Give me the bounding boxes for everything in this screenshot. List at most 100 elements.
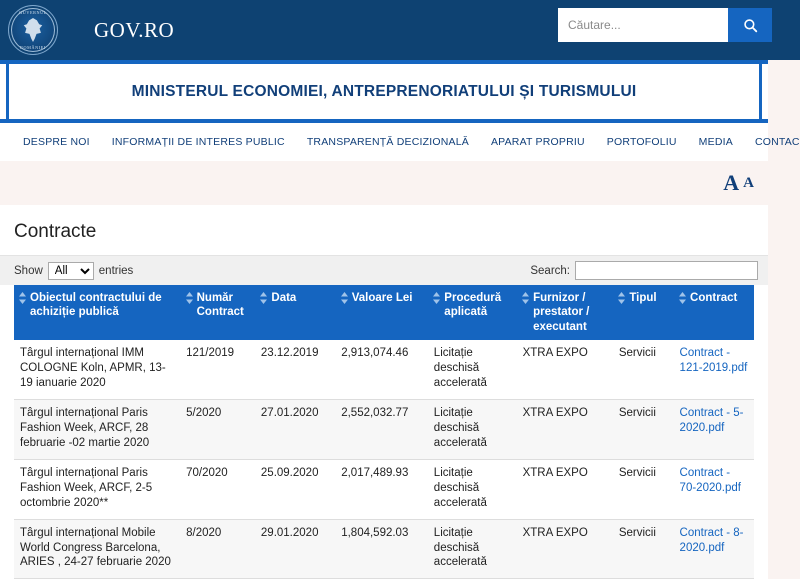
column-header-furnizor[interactable]: Furnizor / prestator / executant <box>516 285 614 341</box>
column-header-obiect[interactable]: Obiectul contractului de achiziție publi… <box>14 285 181 341</box>
search-input[interactable] <box>558 8 728 42</box>
site-header: GUVERNUL ROMÂNIEI GOV.RO <box>0 0 800 60</box>
cell-furnizor: XTRA EXPO <box>516 459 613 520</box>
column-label: Contract <box>690 292 738 304</box>
government-seal-logo[interactable]: GUVERNUL ROMÂNIEI <box>8 4 58 56</box>
nav-item-despre-noi[interactable]: DESPRE NOI <box>12 136 101 148</box>
sort-arrows-icon <box>679 292 687 304</box>
column-label: Valoare Lei <box>351 292 413 304</box>
cell-tipul: Servicii <box>612 459 674 520</box>
table-header-row: Obiectul contractului de achiziție publi… <box>14 285 754 341</box>
cell-obiect: Târgul internațional Mobile World Congre… <box>14 519 181 579</box>
cell-procedura: Licitație deschisă accelerată <box>427 459 517 520</box>
sort-arrows-icon <box>340 292 348 304</box>
cell-tipul: Servicii <box>612 399 674 460</box>
nav-item-portofoliu[interactable]: PORTOFOLIU <box>596 136 688 148</box>
cell-data: 25.09.2020 <box>254 459 336 520</box>
table-row: Târgul internațional Mobile World Congre… <box>14 519 754 579</box>
nav-item-transparenta-decizionala[interactable]: TRANSPARENȚĂ DECIZIONALĂ <box>296 136 480 148</box>
column-label: Tipul <box>629 292 657 304</box>
cell-numar-contract: 5/2020 <box>180 399 255 460</box>
main-navigation: DESPRE NOI INFORMAȚII DE INTERES PUBLIC … <box>0 123 800 161</box>
cell-data: 27.01.2020 <box>254 399 336 460</box>
cell-data: 29.01.2020 <box>254 519 336 579</box>
sort-arrows-icon <box>433 292 441 304</box>
table-row: Târgul internațional Paris Fashion Week,… <box>14 399 754 460</box>
nav-item-contact[interactable]: CONTACT <box>744 136 800 148</box>
datatable-filter-control: Search: <box>530 261 758 280</box>
eagle-icon <box>23 18 43 42</box>
column-label: Furnizor / prestator / executant <box>533 292 590 333</box>
show-label: Show <box>14 264 43 277</box>
entries-select[interactable]: All102550100 <box>47 261 94 280</box>
cell-obiect: Târgul internațional Paris Fashion Week,… <box>14 399 181 460</box>
column-label: Obiectul contractului de achiziție publi… <box>30 292 162 319</box>
ministry-banner: MINISTERUL ECONOMIEI, ANTREPRENORIATULUI… <box>0 60 768 123</box>
contract-pdf-link[interactable]: Contract - 70-2020.pdf <box>680 467 741 494</box>
brand-title[interactable]: GOV.RO <box>94 18 174 43</box>
table-body: Târgul internațional IMM COLOGNE Koln, A… <box>14 340 754 579</box>
table-header: Obiectul contractului de achiziție publi… <box>14 285 754 341</box>
nav-item-media[interactable]: MEDIA <box>688 136 744 148</box>
seal-icon: GUVERNUL ROMÂNIEI <box>8 5 58 55</box>
cell-numar-contract: 8/2020 <box>180 519 255 579</box>
column-header-procedura-aplicata[interactable]: Procedură aplicată <box>427 285 518 341</box>
cell-tipul: Servicii <box>612 519 674 579</box>
font-size-decrease-button[interactable]: A <box>743 175 754 191</box>
font-size-controls: A A <box>0 161 800 205</box>
sort-arrows-icon <box>185 292 193 304</box>
column-header-contract[interactable]: Contract <box>673 285 754 341</box>
cell-numar-contract: 70/2020 <box>180 459 255 520</box>
table-row: Târgul internațional Paris Fashion Week,… <box>14 459 754 520</box>
cell-valoare-lei: 1,804,592.03 <box>335 519 428 579</box>
table-row: Târgul internațional IMM COLOGNE Koln, A… <box>14 340 754 400</box>
datatable-length-control: Show All102550100 entries <box>14 261 134 280</box>
table-search-input[interactable] <box>575 261 758 280</box>
search-label: Search: <box>530 264 570 277</box>
contract-pdf-link[interactable]: Contract - 5-2020.pdf <box>680 407 744 434</box>
cell-furnizor: XTRA EXPO <box>516 519 613 579</box>
sort-arrows-icon <box>260 292 268 304</box>
cell-furnizor: XTRA EXPO <box>516 399 613 460</box>
cell-obiect: Târgul internațional IMM COLOGNE Koln, A… <box>14 340 181 400</box>
cell-valoare-lei: 2,552,032.77 <box>335 399 428 460</box>
nav-item-informatii-de-interes-public[interactable]: INFORMAȚII DE INTERES PUBLIC <box>101 136 296 148</box>
column-label: Număr Contract <box>196 292 244 319</box>
nav-item-aparat-propriu[interactable]: APARAT PROPRIU <box>480 136 596 148</box>
column-header-numar-contract[interactable]: Număr Contract <box>180 285 256 341</box>
site-search <box>558 8 772 42</box>
sort-arrows-icon <box>19 292 26 304</box>
cell-data: 23.12.2019 <box>254 340 336 400</box>
entries-label: entries <box>98 264 134 277</box>
column-header-tipul[interactable]: Tipul <box>612 285 675 341</box>
contracts-table: Obiectul contractului de achiziție publi… <box>14 285 754 579</box>
contract-pdf-link[interactable]: Contract - 121-2019.pdf <box>680 347 748 374</box>
cell-valoare-lei: 2,913,074.46 <box>335 340 428 400</box>
cell-numar-contract: 121/2019 <box>180 340 255 400</box>
content-card: Contracte Show All102550100 entries Sear… <box>0 205 768 579</box>
contract-pdf-link[interactable]: Contract - 8-2020.pdf <box>680 527 744 554</box>
search-button[interactable] <box>728 8 772 42</box>
cell-contract: Contract - 121-2019.pdf <box>673 340 754 400</box>
seal-bottom-text: ROMÂNIEI <box>20 45 46 50</box>
cell-valoare-lei: 2,017,489.93 <box>335 459 428 520</box>
column-label: Procedură aplicată <box>444 292 502 319</box>
cell-procedura: Licitație deschisă accelerată <box>427 519 517 579</box>
font-size-increase-button[interactable]: A <box>723 172 739 194</box>
ministry-title: MINISTERUL ECONOMIEI, ANTREPRENORIATULUI… <box>131 82 637 100</box>
seal-top-text: GUVERNUL <box>19 10 47 15</box>
cell-tipul: Servicii <box>612 340 674 400</box>
cell-procedura: Licitație deschisă accelerată <box>427 340 517 400</box>
datatable-controls: Show All102550100 entries Search: <box>0 255 768 285</box>
sort-arrows-icon <box>522 292 530 304</box>
column-header-data[interactable]: Data <box>254 285 336 341</box>
cell-contract: Contract - 5-2020.pdf <box>673 399 754 460</box>
cell-procedura: Licitație deschisă accelerată <box>427 399 517 460</box>
cell-contract: Contract - 70-2020.pdf <box>673 459 754 520</box>
cell-furnizor: XTRA EXPO <box>516 340 613 400</box>
column-header-valoare-lei[interactable]: Valoare Lei <box>335 285 429 341</box>
sort-arrows-icon <box>618 292 626 304</box>
cell-obiect: Târgul internațional Paris Fashion Week,… <box>14 459 181 520</box>
cell-contract: Contract - 8-2020.pdf <box>673 519 754 579</box>
search-icon <box>743 18 757 32</box>
